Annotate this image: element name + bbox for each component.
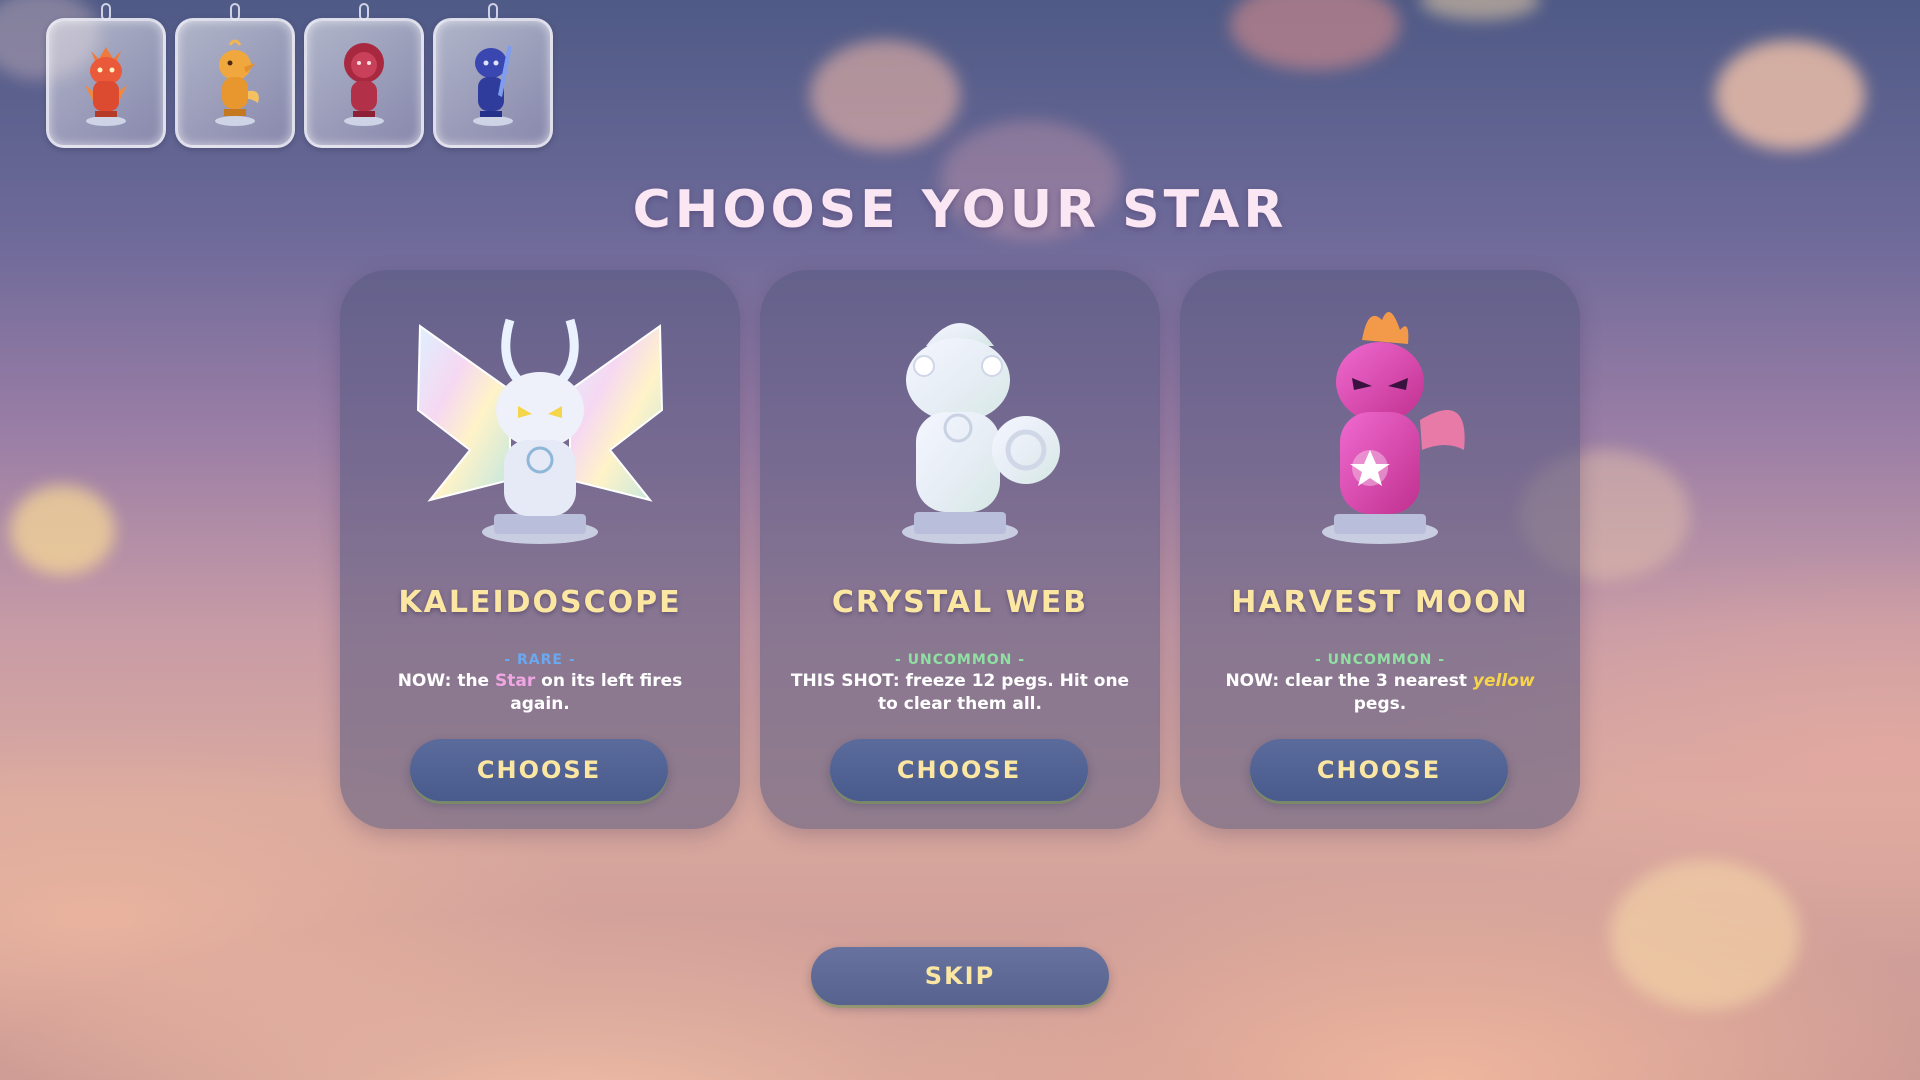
bokeh-light xyxy=(10,485,115,575)
hook-icon xyxy=(488,3,498,21)
crimson-lion-figure-icon xyxy=(329,33,399,133)
hook-icon xyxy=(101,3,111,21)
bokeh-light xyxy=(1420,0,1540,20)
bokeh-light xyxy=(1610,860,1800,1010)
collection-slot[interactable] xyxy=(175,3,295,148)
description-text: on its left fires again. xyxy=(510,671,683,714)
red-dragon-figure-icon xyxy=(71,33,141,133)
description-highlight: Star xyxy=(495,671,536,691)
kaleidoscope-moth-figure-icon xyxy=(410,300,670,552)
rarity-label: - UNCOMMON - xyxy=(894,652,1026,668)
collection-slot[interactable] xyxy=(433,3,553,148)
bokeh-light xyxy=(810,40,960,150)
gold-duck-figure-icon xyxy=(200,33,270,133)
bokeh-light xyxy=(1230,0,1400,70)
star-card-kaleidoscope: KALEIDOSCOPE - RARE - NOW: the Star on i… xyxy=(340,270,740,829)
star-collection xyxy=(46,3,553,148)
card-description: THIS SHOT: freeze 12 pegs. Hit one to cl… xyxy=(790,670,1130,716)
hook-icon xyxy=(359,3,369,21)
description-text: pegs. xyxy=(1353,694,1407,714)
star-card-harvest-moon: HARVEST MOON - UNCOMMON - NOW: clear the… xyxy=(1180,270,1580,829)
card-title: HARVEST MOON xyxy=(1231,585,1529,620)
star-card-crystal-web: CRYSTAL WEB - UNCOMMON - THIS SHOT: free… xyxy=(760,270,1160,829)
card-description: NOW: the Star on its left fires again. xyxy=(370,670,710,716)
collection-slot[interactable] xyxy=(46,3,166,148)
description-highlight: yellow xyxy=(1472,671,1535,691)
rarity-label: - UNCOMMON - xyxy=(1314,652,1446,668)
description-text: NOW: the xyxy=(397,671,496,691)
collection-slot[interactable] xyxy=(304,3,424,148)
choose-button[interactable]: CHOOSE xyxy=(1250,739,1508,801)
choose-button[interactable]: CHOOSE xyxy=(410,739,668,801)
hook-icon xyxy=(230,3,240,21)
description-text: NOW: clear the 3 nearest xyxy=(1225,671,1473,691)
card-title: KALEIDOSCOPE xyxy=(398,585,682,620)
skip-button[interactable]: SKIP xyxy=(811,947,1109,1005)
rarity-label: - RARE - xyxy=(504,652,576,668)
crystal-chameleon-figure-icon xyxy=(830,300,1090,552)
card-description: NOW: clear the 3 nearest yellow pegs. xyxy=(1210,670,1550,716)
page-title: CHOOSE YOUR STAR xyxy=(632,180,1288,240)
bokeh-light xyxy=(1715,40,1865,150)
card-title: CRYSTAL WEB xyxy=(831,585,1089,620)
description-text: THIS SHOT: freeze 12 pegs. Hit one to cl… xyxy=(790,671,1130,714)
choose-button[interactable]: CHOOSE xyxy=(830,739,1088,801)
pink-phoenix-figure-icon xyxy=(1250,300,1510,552)
blue-knight-figure-icon xyxy=(458,33,528,133)
